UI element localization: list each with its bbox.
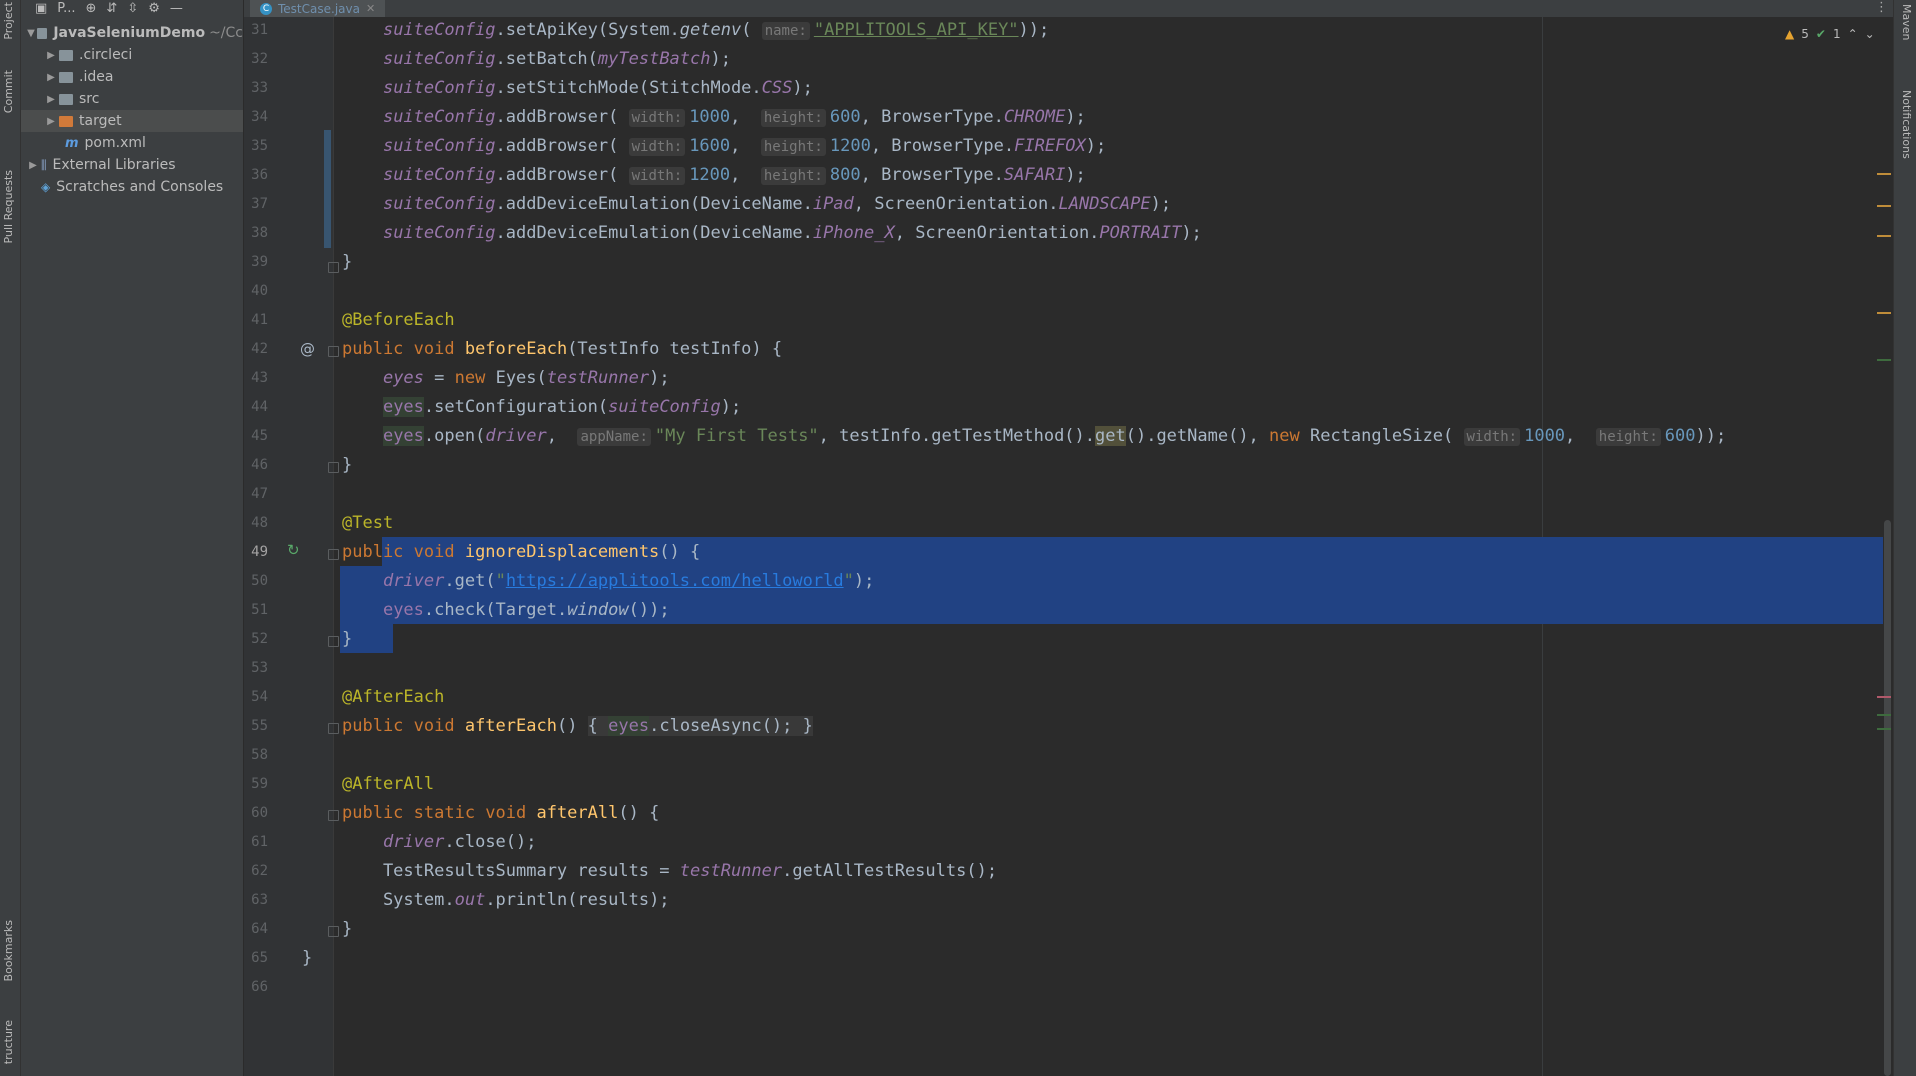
warning-marker[interactable]: [1877, 312, 1891, 314]
library-icon: ⫼: [41, 157, 47, 172]
fold-icon[interactable]: [328, 346, 339, 357]
chevron-right-icon[interactable]: ▶: [43, 116, 59, 127]
collapse-all-icon[interactable]: ⇳: [127, 1, 138, 16]
code-line: 64 }: [251, 919, 353, 939]
fold-icon[interactable]: [328, 810, 339, 821]
code-line: 38 suiteConfig.addDeviceEmulation(Device…: [251, 223, 1202, 243]
code-line: 41 @BeforeEach: [251, 310, 455, 330]
tree-item-target[interactable]: ▶ target: [21, 110, 243, 132]
code-line: 45 eyes.open(driver, appName: "My First T…: [251, 426, 1727, 446]
code-line: 60 public static void afterAll() {: [251, 803, 660, 823]
chevron-down-icon[interactable]: ▼: [25, 28, 37, 39]
chevron-right-icon[interactable]: ▶: [43, 94, 59, 105]
left-tool-strip: Project Commit Pull Requests Bookmarks t…: [0, 0, 21, 1076]
editor-tab-bar: C TestCase.java ✕ ⋮: [244, 0, 1894, 19]
folder-icon: [59, 49, 73, 61]
gear-icon[interactable]: ⚙: [148, 1, 160, 16]
project-panel-toolbar: ▣ P... ⊕ ⇵ ⇳ ⚙ —: [21, 0, 243, 17]
code-line: 47: [251, 486, 268, 502]
chevron-right-icon[interactable]: ▶: [43, 72, 59, 83]
excluded-folder-icon: [59, 115, 73, 127]
code-line: 54 @AfterEach: [251, 687, 445, 707]
notifications-tool-tab[interactable]: Notifications: [1900, 90, 1913, 159]
project-tree: ▼ JavaSeleniumDemo ~/Cc ▶ .circleci ▶ .i…: [21, 22, 243, 198]
fold-icon[interactable]: [328, 262, 339, 273]
code-line: 59 @AfterAll: [251, 774, 435, 794]
fold-icon[interactable]: [328, 636, 339, 647]
error-marker[interactable]: [1877, 696, 1891, 698]
tree-item-external-libraries[interactable]: ▶ ⫼ External Libraries: [21, 154, 243, 176]
project-panel-title[interactable]: P...: [57, 1, 75, 16]
change-marker[interactable]: [1877, 359, 1891, 361]
locate-icon[interactable]: ⊕: [86, 1, 97, 16]
close-icon[interactable]: ✕: [366, 2, 375, 15]
hide-icon[interactable]: —: [170, 1, 183, 16]
code-line: 36 suiteConfig.addBrowser( width: 1200, h…: [251, 165, 1086, 185]
code-line: 62 TestResultsSummary results = testRunn…: [251, 861, 998, 881]
structure-tool-tab[interactable]: tructure: [2, 1020, 15, 1064]
module-folder-icon: [36, 27, 48, 39]
fold-icon[interactable]: [328, 462, 339, 473]
code-line: 66: [251, 979, 268, 995]
project-tool-tab[interactable]: Project: [2, 2, 15, 40]
folder-icon: [59, 93, 73, 105]
code-line: 44 eyes.setConfiguration(suiteConfig);: [251, 397, 742, 417]
folder-icon: [59, 71, 73, 83]
code-line: 35 suiteConfig.addBrowser( width: 1600, h…: [251, 136, 1107, 156]
editor-scrollbar[interactable]: [1884, 520, 1891, 1076]
run-test-icon[interactable]: ↻: [287, 541, 300, 559]
code-line: 52 }: [251, 629, 353, 649]
code-line: 43 eyes = new Eyes(testRunner);: [251, 368, 670, 388]
code-line: 46 }: [251, 455, 353, 475]
change-marker[interactable]: [1877, 714, 1891, 716]
override-at-icon[interactable]: @: [300, 340, 315, 358]
warning-marker[interactable]: [1877, 205, 1891, 207]
pull-requests-tool-tab[interactable]: Pull Requests: [2, 170, 15, 243]
java-class-icon: C: [260, 2, 272, 15]
code-line: 42 public void beforeEach(TestInfo testI…: [251, 339, 783, 359]
tree-item-idea[interactable]: ▶ .idea: [21, 66, 243, 88]
code-line: 34 suiteConfig.addBrowser( width: 1000, h…: [251, 107, 1086, 127]
change-marker[interactable]: [1877, 728, 1891, 730]
code-line: 37 suiteConfig.addDeviceEmulation(Device…: [251, 194, 1172, 214]
tree-item-pom[interactable]: m pom.xml: [21, 132, 243, 154]
code-line: 40: [251, 283, 268, 299]
maven-tool-tab[interactable]: Maven: [1900, 4, 1913, 40]
tree-item-src[interactable]: ▶ src: [21, 88, 243, 110]
code-line: 65 }: [251, 948, 313, 968]
fold-icon[interactable]: [328, 926, 339, 937]
code-line: 63 System.out.println(results);: [251, 890, 670, 910]
code-line: 61 driver.close();: [251, 832, 537, 852]
code-line: 55 public void afterEach() { eyes.closeA…: [251, 716, 813, 736]
project-icon: ▣: [35, 1, 48, 16]
tree-item-circleci[interactable]: ▶ .circleci: [21, 44, 243, 66]
code-line: 39 }: [251, 252, 353, 272]
warning-marker[interactable]: [1877, 235, 1891, 237]
code-line: 51 eyes.check(Target.window());: [251, 600, 670, 620]
fold-icon[interactable]: [328, 549, 339, 560]
expand-all-icon[interactable]: ⇵: [106, 1, 117, 16]
warning-marker[interactable]: [1877, 173, 1891, 175]
code-line: 33 suiteConfig.setStitchMode(StitchMode.…: [251, 78, 813, 98]
code-line: 32 suiteConfig.setBatch(myTestBatch);: [251, 49, 731, 69]
commit-tool-tab[interactable]: Commit: [2, 70, 15, 113]
code-line: 49 public void ignoreDisplacements() {: [251, 542, 701, 562]
right-tool-strip: Maven Notifications: [1893, 0, 1916, 1076]
chevron-right-icon[interactable]: ▶: [25, 160, 41, 171]
code-line: 50 driver.get("https://applitools.com/he…: [251, 571, 875, 591]
code-line: 48 @Test: [251, 513, 394, 533]
tree-item-scratches[interactable]: ◈ Scratches and Consoles: [21, 176, 243, 198]
scratches-icon: ◈: [41, 180, 51, 194]
maven-file-icon: m: [65, 135, 79, 151]
tree-item-module[interactable]: ▼ JavaSeleniumDemo ~/Cc: [21, 22, 243, 44]
fold-icon[interactable]: [328, 723, 339, 734]
code-line: 53: [251, 660, 268, 676]
bookmarks-tool-tab[interactable]: Bookmarks: [2, 920, 15, 981]
code-line: 58: [251, 747, 268, 763]
more-tabs-icon[interactable]: ⋮: [1875, 0, 1888, 15]
project-panel: ▣ P... ⊕ ⇵ ⇳ ⚙ — ▼ JavaSeleniumDemo ~/Cc…: [21, 0, 244, 1076]
code-line: 31 suiteConfig.setApiKey(System.getenv( …: [251, 20, 1050, 40]
chevron-right-icon[interactable]: ▶: [43, 50, 59, 61]
